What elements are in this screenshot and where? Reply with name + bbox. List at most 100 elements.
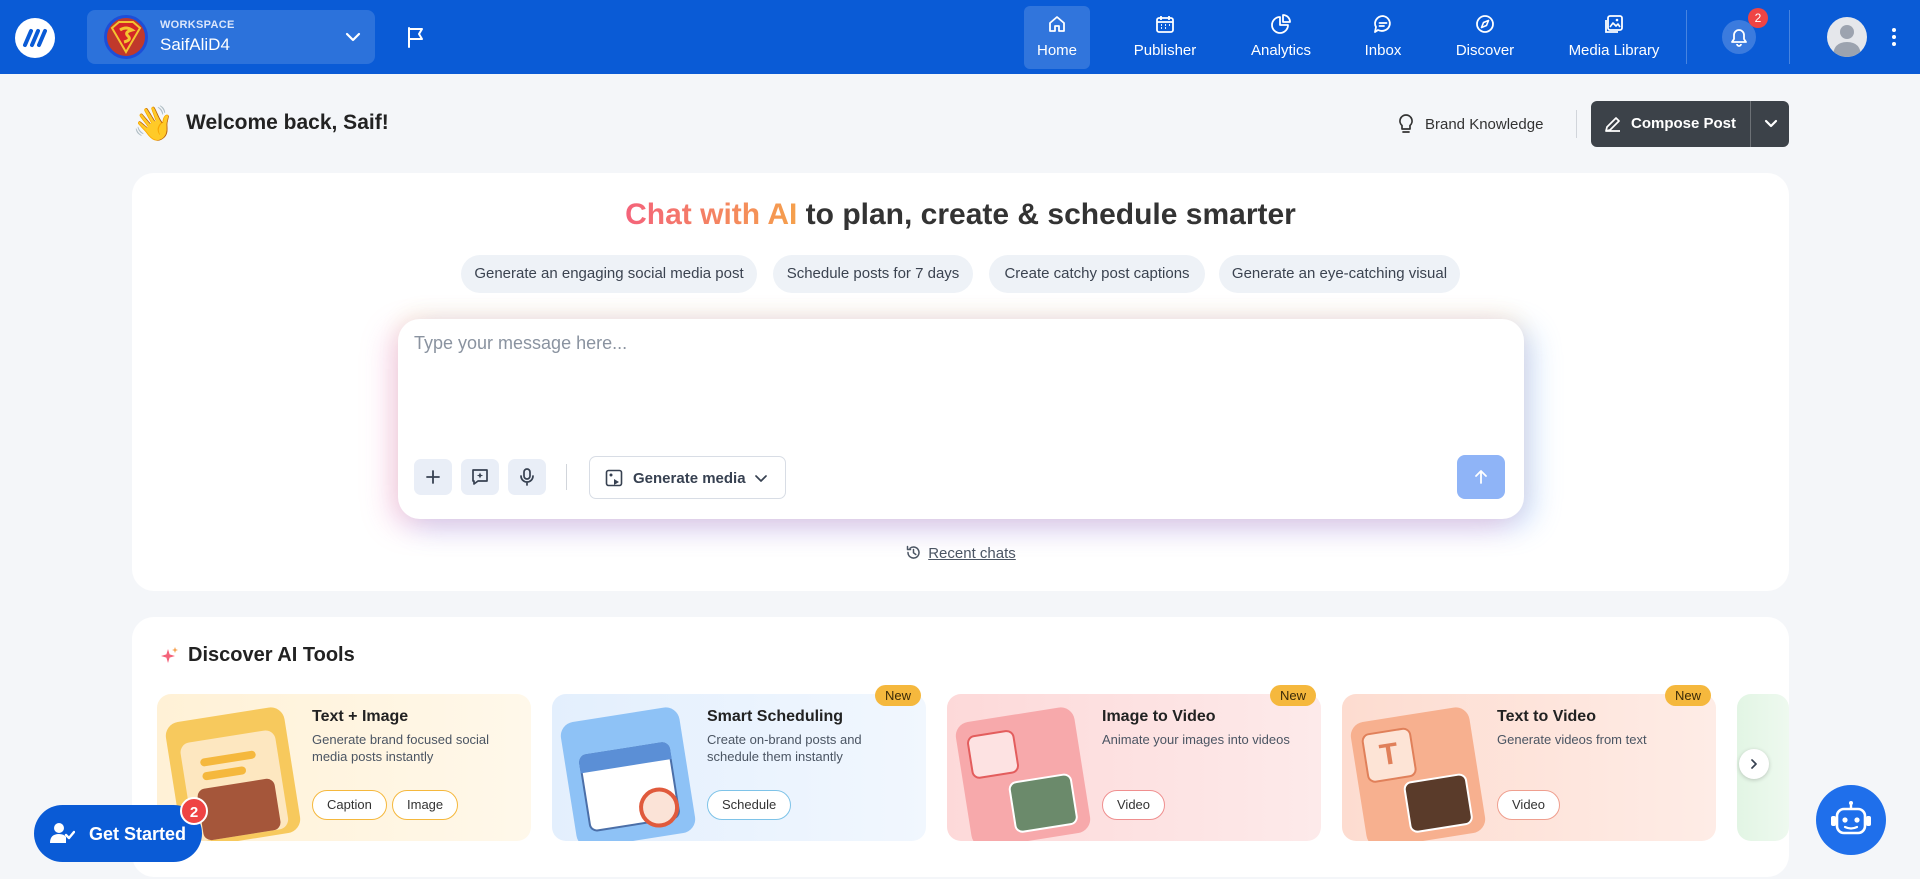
chat-headline-rest: to plan, create & schedule smarter: [797, 198, 1296, 231]
chevron-right-icon: [1751, 759, 1757, 769]
nav-inbox[interactable]: Inbox: [1355, 6, 1411, 69]
get-started-label: Get Started: [89, 824, 187, 844]
recent-chats-label: Recent chats: [928, 545, 1016, 562]
tool-description: Animate your images into videos: [1102, 732, 1290, 747]
home-icon: [1049, 16, 1065, 32]
generate-media-dropdown[interactable]: Generate media: [589, 456, 786, 499]
tool-card-smart-scheduling[interactable]: Smart Scheduling Create on-brand posts a…: [552, 694, 926, 841]
calendar-icon: [1156, 16, 1174, 33]
ai-prompt-button[interactable]: [461, 459, 499, 495]
get-started-badge: 2: [180, 797, 208, 825]
tool-title: Smart Scheduling: [707, 708, 844, 725]
nav-home-label: Home: [1036, 42, 1077, 59]
robot-icon: [1831, 801, 1871, 835]
pencil-icon: [1605, 117, 1620, 132]
tool-card-text-image[interactable]: Text + Image Generate brand focused soci…: [157, 694, 531, 841]
suggestion-chip[interactable]: Generate an eye-catching visual: [1219, 255, 1460, 293]
carousel-next-button[interactable]: [1739, 749, 1769, 779]
tool-description: Create on-brand posts and schedule them …: [707, 732, 862, 764]
nav-inbox-label: Inbox: [1364, 42, 1402, 59]
user-check-icon: [50, 823, 75, 843]
chat-sparkle-icon: [472, 469, 488, 485]
suggestion-chip[interactable]: Generate an engaging social media post: [461, 255, 757, 293]
new-badge: New: [875, 685, 922, 706]
tag-image: Image: [392, 790, 459, 820]
nav-divider: [1789, 10, 1790, 64]
lightbulb-icon: [1399, 114, 1413, 133]
tag-caption: Caption: [312, 790, 387, 820]
nav-discover-label: Discover: [1455, 42, 1515, 59]
microphone-icon: [520, 468, 534, 486]
suggestion-chip[interactable]: Schedule posts for 7 days: [773, 255, 973, 293]
generate-media-label: Generate media: [633, 470, 746, 487]
tool-title: Text + Image: [312, 708, 409, 725]
suggestion-chip[interactable]: Create catchy post captions: [989, 255, 1205, 293]
ai-tools-title: Discover AI Tools: [188, 644, 355, 666]
ai-assistant-button[interactable]: [1816, 785, 1886, 855]
calendar-illustration: [558, 705, 698, 841]
text-to-video-illustration: T: [1348, 705, 1488, 841]
tool-card-image-to-video[interactable]: Image to Video Animate your images into …: [947, 694, 1321, 841]
message-composer: Generate media: [398, 319, 1524, 519]
chevron-down-icon[interactable]: [1760, 113, 1782, 135]
nav-analytics[interactable]: Analytics: [1243, 6, 1319, 69]
waving-hand-icon: 👋: [132, 105, 175, 143]
toolbar-divider: [566, 464, 567, 490]
add-attachment-button[interactable]: [414, 459, 452, 495]
get-started-button[interactable]: Get Started: [34, 805, 202, 862]
nav-home[interactable]: Home: [1024, 6, 1090, 69]
new-badge: New: [1665, 685, 1712, 706]
logo-icon: [23, 29, 47, 47]
compass-icon: [1476, 15, 1494, 33]
recent-chats-link[interactable]: Recent chats: [132, 544, 1789, 562]
nav-media-library-label: Media Library: [1568, 42, 1660, 59]
workspace-label: WORKSPACE: [160, 19, 235, 31]
chat-bubble-icon: [1374, 15, 1391, 33]
compose-post-button[interactable]: Compose Post: [1591, 101, 1789, 147]
brand-knowledge-label: Brand Knowledge: [1425, 115, 1544, 133]
tag-video: Video: [1102, 790, 1166, 820]
superman-logo-icon: [110, 21, 142, 54]
media-icon: [605, 469, 623, 487]
plus-icon: [426, 470, 440, 484]
ai-tools-card: Discover AI Tools Text + Image Generate …: [132, 617, 1789, 877]
nav-publisher-label: Publisher: [1133, 42, 1197, 59]
workspace-switcher[interactable]: WORKSPACE SaifAliD4: [87, 10, 375, 64]
nav-media-library[interactable]: Media Library: [1560, 6, 1668, 69]
top-navigation-bar: WORKSPACE SaifAliD4 Home Publisher Analy…: [0, 0, 1920, 74]
workspace-name: SaifAliD4: [160, 35, 230, 54]
brand-knowledge-button[interactable]: Brand Knowledge: [1397, 111, 1543, 137]
send-button[interactable]: [1457, 455, 1505, 499]
tag-schedule: Schedule: [707, 790, 792, 820]
nav-analytics-label: Analytics: [1250, 42, 1312, 59]
notification-count-badge: 2: [1748, 8, 1768, 28]
more-options-icon[interactable]: [1890, 26, 1898, 48]
tool-description: Generate videos from text: [1497, 732, 1647, 747]
user-icon: [1833, 25, 1861, 57]
app-logo[interactable]: [15, 18, 55, 58]
image-gallery-icon: [1605, 15, 1623, 33]
nav-discover[interactable]: Discover: [1446, 6, 1524, 69]
tag-video: Video: [1497, 790, 1561, 820]
chevron-down-icon: [755, 475, 767, 482]
nav-publisher[interactable]: Publisher: [1124, 6, 1206, 69]
ai-tools-heading: Discover AI Tools: [160, 644, 355, 667]
compose-post-label: Compose Post: [1631, 115, 1737, 132]
sparkle-icon: [161, 646, 178, 663]
image-to-video-illustration: [953, 705, 1093, 841]
chat-headline: Chat with AI to plan, create & schedule …: [132, 198, 1789, 232]
pie-chart-icon: [1271, 14, 1291, 34]
chat-headline-highlight: Chat with AI: [625, 198, 798, 231]
user-avatar[interactable]: [1827, 17, 1867, 57]
compose-divider: [1750, 101, 1751, 147]
history-icon: [906, 545, 920, 559]
message-input[interactable]: [414, 333, 1504, 417]
ai-chat-card: Chat with AI to plan, create & schedule …: [132, 173, 1789, 591]
header-divider: [1576, 110, 1577, 138]
chevron-down-icon: [345, 32, 361, 42]
flag-icon[interactable]: [405, 25, 427, 49]
tool-description: Generate brand focused social media post…: [312, 732, 490, 764]
voice-input-button[interactable]: [508, 459, 546, 495]
tool-card-text-to-video[interactable]: T Text to Video Generate videos from tex…: [1342, 694, 1716, 841]
workspace-avatar: [104, 15, 148, 59]
